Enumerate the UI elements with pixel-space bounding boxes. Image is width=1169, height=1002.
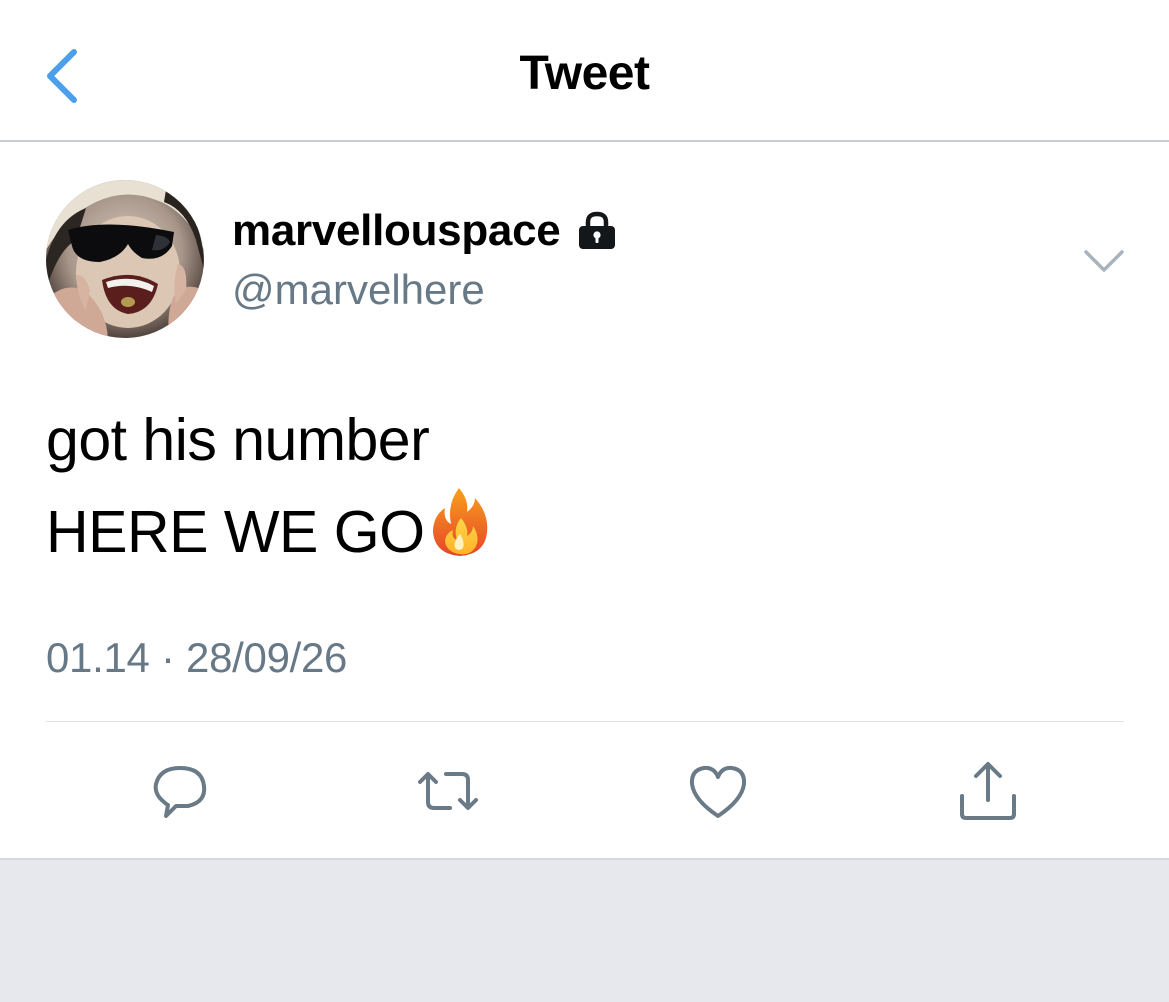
chevron-down-icon bbox=[1084, 250, 1124, 272]
tweet-menu-button[interactable] bbox=[1082, 242, 1126, 278]
retweet-icon bbox=[418, 772, 478, 810]
fire-emoji bbox=[432, 488, 487, 556]
author-name-row: marvellouspace bbox=[232, 206, 618, 256]
tweet-detail: marvellouspace @marvelhere got his numbe… bbox=[0, 142, 1169, 860]
app: Tweet marvellouspace @marvelhere got his… bbox=[0, 0, 1169, 1002]
lock-icon bbox=[579, 211, 616, 249]
tweet-timestamp: 01.14 · 28/09/26 bbox=[46, 634, 348, 681]
author-handle[interactable]: @marvelhere bbox=[232, 266, 485, 314]
tweet-text: got his number HERE WE GO bbox=[46, 394, 491, 578]
share-button[interactable] bbox=[956, 760, 1020, 824]
tweet-text-line-content: HERE WE GO bbox=[46, 499, 425, 565]
display-name[interactable]: marvellouspace bbox=[232, 206, 561, 256]
tweet-text-line: got his number bbox=[46, 407, 430, 473]
avatar-image bbox=[46, 180, 204, 338]
navigation-bar: Tweet bbox=[0, 0, 1169, 142]
page-title: Tweet bbox=[519, 47, 650, 100]
divider bbox=[46, 721, 1124, 722]
retweet-button[interactable] bbox=[416, 760, 480, 824]
like-button[interactable] bbox=[686, 760, 750, 824]
share-icon bbox=[960, 762, 1016, 820]
tweet-text-line: HERE WE GO bbox=[46, 486, 491, 578]
heart-icon bbox=[689, 765, 747, 818]
reply-icon bbox=[153, 766, 207, 818]
avatar[interactable] bbox=[46, 180, 204, 338]
reply-button[interactable] bbox=[148, 760, 212, 824]
